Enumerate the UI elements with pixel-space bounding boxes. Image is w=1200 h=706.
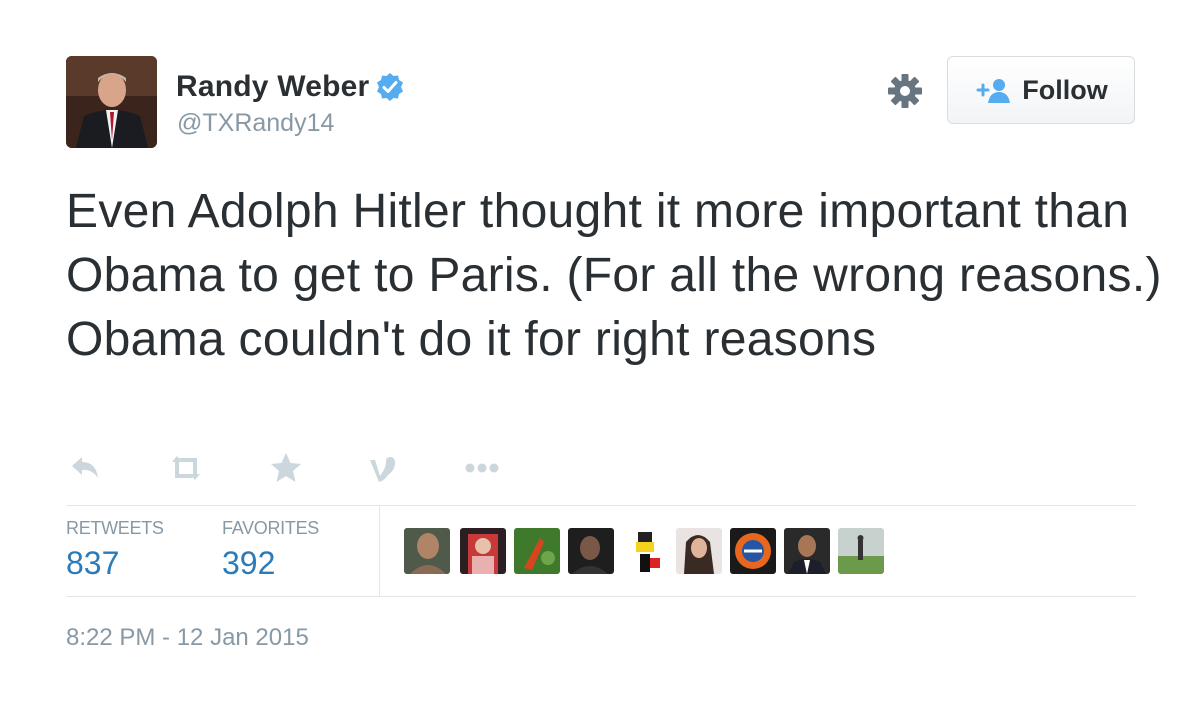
tweet-actions <box>66 448 566 488</box>
favorite-star-icon[interactable] <box>266 448 306 488</box>
follow-add-user-icon <box>974 75 1014 105</box>
tweet-timestamp[interactable]: 8:22 PM - 12 Jan 2015 <box>66 624 309 652</box>
favoriter-avatar-4[interactable] <box>568 528 614 574</box>
tweet-text: Even Adolph Hitler thought it more impor… <box>66 185 1162 366</box>
favorites-stat[interactable]: FAVORITES 392 <box>222 518 319 582</box>
favoriter-avatar-9[interactable] <box>838 528 884 574</box>
user-handle[interactable]: @TXRandy14 <box>177 109 334 138</box>
vine-icon[interactable] <box>362 448 402 488</box>
gear-icon[interactable] <box>886 72 924 110</box>
reply-icon[interactable] <box>66 448 106 488</box>
profile-avatar[interactable] <box>66 56 157 148</box>
favorites-count: 392 <box>222 545 276 581</box>
follow-button[interactable]: Follow <box>947 56 1135 124</box>
more-dots-icon[interactable] <box>462 448 502 488</box>
favoriter-avatar-7[interactable] <box>730 528 776 574</box>
favoriter-avatar-8[interactable] <box>784 528 830 574</box>
retweets-stat[interactable]: RETWEETS 837 <box>66 518 164 582</box>
verified-badge-icon <box>375 72 405 102</box>
retweet-icon[interactable] <box>166 448 206 488</box>
tweet-card: Randy Weber @TXRandy14 Follow Even Adolp… <box>0 0 1200 706</box>
divider-bottom <box>66 596 1136 597</box>
follow-button-label: Follow <box>1022 74 1108 105</box>
stats-separator <box>379 506 380 596</box>
favoriter-avatar-6[interactable] <box>676 528 722 574</box>
favoriter-avatar-5[interactable] <box>622 528 668 574</box>
favoriter-avatar-3[interactable] <box>514 528 560 574</box>
favorites-label: FAVORITES <box>222 518 319 538</box>
display-name[interactable]: Randy Weber <box>176 70 369 104</box>
tweet-stats: RETWEETS 837 FAVORITES 392 <box>66 506 1136 596</box>
user-name-row[interactable]: Randy Weber <box>176 70 405 104</box>
retweets-label: RETWEETS <box>66 518 164 538</box>
favoriter-avatar-2[interactable] <box>460 528 506 574</box>
retweets-count: 837 <box>66 545 120 581</box>
favoriter-avatar-1[interactable] <box>404 528 450 574</box>
